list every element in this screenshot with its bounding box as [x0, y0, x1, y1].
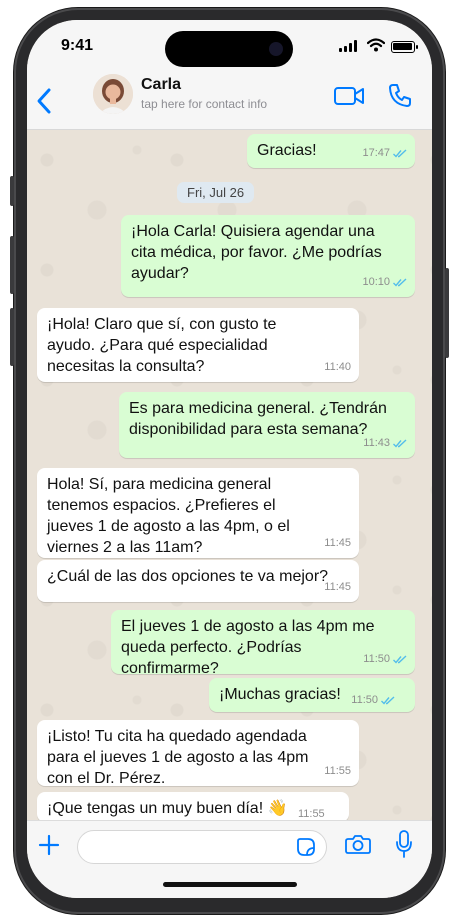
message-time: 11:50 [363, 653, 390, 665]
message-meta: 11:50 [363, 649, 407, 670]
power-button [445, 268, 449, 358]
message-time: 17:47 [362, 147, 390, 159]
message-incoming[interactable]: Hola! Sí, para medicina general tenemos … [37, 468, 359, 558]
dynamic-island [165, 31, 293, 67]
message-meta: 17:47 [362, 143, 407, 164]
message-text: Hola! Sí, para medicina general tenemos … [47, 476, 290, 556]
message-meta: 11:43 [363, 433, 407, 454]
sticker-icon[interactable] [296, 837, 316, 857]
message-outgoing[interactable]: Gracias! 17:47 [247, 134, 415, 168]
message-list[interactable]: Gracias! 17:47 Fri, Jul 26 ¡Hola Carla! … [27, 130, 432, 822]
volume-down-button [10, 308, 14, 366]
double-check-icon [393, 278, 407, 287]
message-outgoing[interactable]: ¡Hola Carla! Quisiera agendar una cita m… [121, 215, 415, 297]
message-time: 10:10 [362, 276, 390, 288]
message-time: 11:55 [324, 765, 351, 777]
status-time: 9:41 [61, 37, 94, 54]
message-text: ¡Hola! Claro que sí, con gusto te ayudo.… [47, 316, 277, 375]
signal-icon [339, 40, 357, 52]
message-outgoing[interactable]: Es para medicina general. ¿Tendrán dispo… [119, 392, 415, 458]
message-incoming[interactable]: ¡Hola! Claro que sí, con gusto te ayudo.… [37, 308, 359, 382]
message-incoming[interactable]: ¡Que tengas un muy buen día! 👋 11:55 [37, 792, 349, 822]
message-meta: 11:45 [324, 577, 351, 598]
camera-icon[interactable] [345, 833, 371, 855]
microphone-icon[interactable] [395, 830, 413, 858]
phone-icon[interactable] [387, 82, 413, 108]
double-check-icon [393, 655, 407, 664]
plus-icon[interactable] [37, 833, 61, 857]
avatar[interactable] [93, 74, 133, 114]
message-text: ¿Cuál de las dos opciones te va mejor? [47, 568, 329, 585]
status-bar: 9:41 [27, 20, 432, 72]
message-outgoing[interactable]: ¡Muchas gracias! 11:50 [209, 678, 415, 712]
chat-header: Carla tap here for contact info [27, 72, 432, 130]
front-camera [269, 42, 283, 56]
message-meta: 11:55 [324, 761, 351, 782]
message-outgoing[interactable]: El jueves 1 de agosto a las 4pm me queda… [111, 610, 415, 677]
double-check-icon [393, 439, 407, 448]
wifi-icon [367, 38, 385, 52]
message-time: 11:45 [324, 581, 351, 593]
volume-up-button [10, 236, 14, 294]
message-meta: 11:45 [324, 533, 351, 554]
contact-subtitle[interactable]: tap here for contact info [141, 97, 267, 111]
message-time: 11:40 [324, 361, 351, 373]
date-separator: Fri, Jul 26 [177, 182, 255, 203]
message-text: ¡Muchas gracias! [219, 686, 341, 703]
message-meta: 10:10 [362, 272, 407, 293]
battery-icon [391, 41, 418, 53]
double-check-icon [381, 696, 395, 705]
message-time: 11:45 [324, 537, 351, 549]
video-camera-icon[interactable] [333, 84, 365, 108]
message-time: 11:43 [363, 437, 390, 449]
message-incoming[interactable]: ¿Cuál de las dos opciones te va mejor? 1… [37, 560, 359, 602]
home-indicator[interactable] [163, 882, 297, 887]
phone-screen: 9:41 Carla tap here for contact info Gra… [27, 20, 432, 898]
double-check-icon [393, 149, 407, 158]
message-input[interactable] [77, 830, 327, 864]
message-meta: 11:40 [324, 357, 351, 378]
message-incoming[interactable]: ¡Listo! Tu cita ha quedado agendada para… [37, 720, 359, 787]
mute-switch [10, 176, 14, 206]
message-time: 11:50 [351, 694, 378, 706]
message-text: ¡Que tengas un muy buen día! 👋 [47, 800, 288, 817]
message-text: ¡Listo! Tu cita ha quedado agendada para… [47, 728, 309, 787]
chevron-left-icon[interactable] [33, 86, 57, 116]
message-meta: 11:50 [351, 690, 395, 711]
contact-name[interactable]: Carla [141, 76, 181, 94]
